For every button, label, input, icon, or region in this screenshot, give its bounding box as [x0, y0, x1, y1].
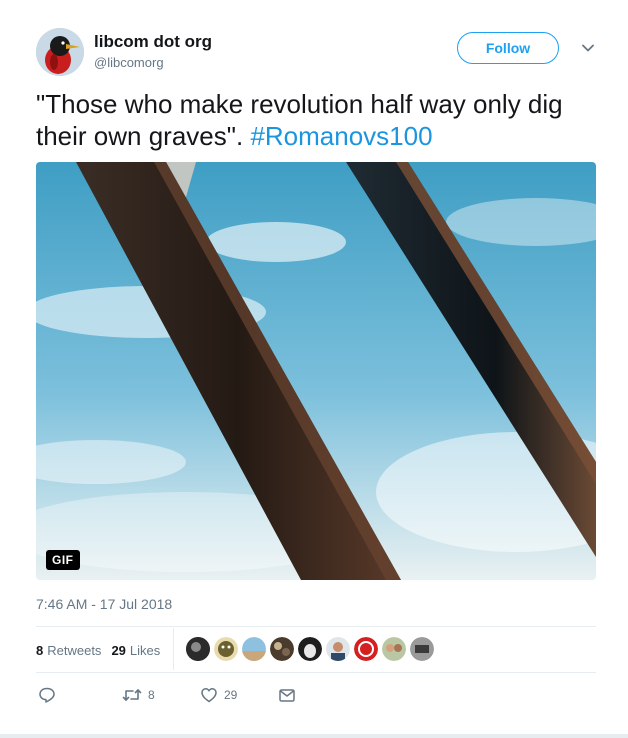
tweet-text: "Those who make revolution half way only… [36, 88, 596, 152]
retweets-stat[interactable]: 8 Retweets [36, 643, 101, 658]
liker-avatar[interactable] [270, 637, 294, 661]
gif-image [36, 162, 596, 580]
heart-icon [201, 688, 217, 703]
gif-media[interactable]: GIF [36, 162, 596, 580]
likers-avatars [186, 637, 438, 661]
gif-badge: GIF [46, 550, 80, 570]
chevron-down-icon[interactable] [580, 40, 596, 56]
avatar[interactable] [36, 28, 84, 76]
engagement-stats: 8 Retweets 29 Likes [36, 638, 170, 662]
author-handle[interactable]: @libcomorg [94, 55, 164, 70]
retweet-count: 8 [148, 688, 155, 702]
liker-avatar[interactable] [214, 637, 238, 661]
liker-avatar[interactable] [354, 637, 378, 661]
retweet-icon [122, 689, 142, 701]
liker-avatar[interactable] [382, 637, 406, 661]
direct-message-button[interactable] [278, 686, 296, 704]
liker-avatar[interactable] [410, 637, 434, 661]
retweets-label: Retweets [47, 642, 102, 658]
reply-icon [39, 687, 55, 703]
stats-separator [173, 628, 174, 670]
likes-count: 29 [111, 642, 126, 658]
tweet-actions: 8 29 [36, 686, 596, 708]
retweets-count: 8 [36, 642, 44, 658]
tweet-timestamp[interactable]: 7:46 AM - 17 Jul 2018 [36, 596, 172, 612]
tweet-card: libcom dot org @libcomorg Follow "Those … [0, 0, 628, 738]
like-button[interactable]: 29 [200, 686, 237, 704]
retweet-button[interactable]: 8 [122, 686, 155, 704]
divider [36, 672, 596, 673]
bottom-border [0, 734, 628, 738]
likes-label: Likes [129, 642, 161, 658]
likes-stat[interactable]: 29 Likes [111, 643, 160, 658]
reply-button[interactable] [38, 686, 56, 704]
liker-avatar[interactable] [186, 637, 210, 661]
liker-avatar[interactable] [298, 637, 322, 661]
liker-avatar[interactable] [326, 637, 350, 661]
like-count: 29 [224, 688, 238, 702]
divider [36, 626, 596, 627]
hashtag-link[interactable]: #Romanovs100 [250, 121, 432, 151]
author-name[interactable]: libcom dot org [94, 32, 212, 52]
follow-button[interactable]: Follow [457, 32, 559, 64]
message-icon [279, 689, 295, 702]
liker-avatar[interactable] [242, 637, 266, 661]
